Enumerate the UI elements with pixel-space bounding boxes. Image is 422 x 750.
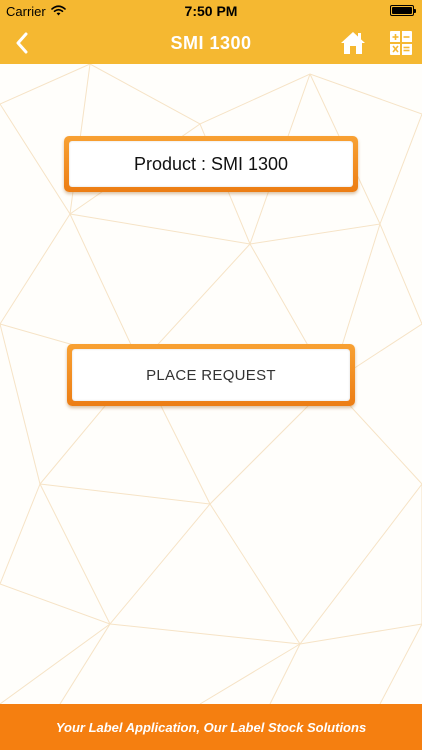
home-button[interactable] (340, 30, 366, 56)
place-request-button[interactable]: PLACE REQUEST (67, 344, 355, 406)
place-request-label: PLACE REQUEST (146, 366, 276, 384)
battery-icon (390, 5, 416, 16)
footer-tagline: Your Label Application, Our Label Stock … (55, 719, 367, 735)
calculator-button[interactable] (389, 30, 413, 56)
main-content: Product : SMI 1300 PLACE REQUEST (0, 64, 422, 704)
product-label: Product : SMI 1300 (133, 153, 289, 174)
calculator-icon (390, 31, 412, 55)
product-box-inner: Product : SMI 1300 (69, 141, 353, 187)
status-bar: Carrier 7:50 PM (0, 0, 422, 22)
home-icon (341, 32, 365, 54)
product-box: Product : SMI 1300 (64, 136, 358, 192)
navigation-bar: SMI 1300 (0, 22, 422, 64)
footer-bar: Your Label Application, Our Label Stock … (0, 704, 422, 750)
place-request-button-inner[interactable]: PLACE REQUEST (72, 349, 350, 401)
status-time: 7:50 PM (184, 3, 238, 19)
